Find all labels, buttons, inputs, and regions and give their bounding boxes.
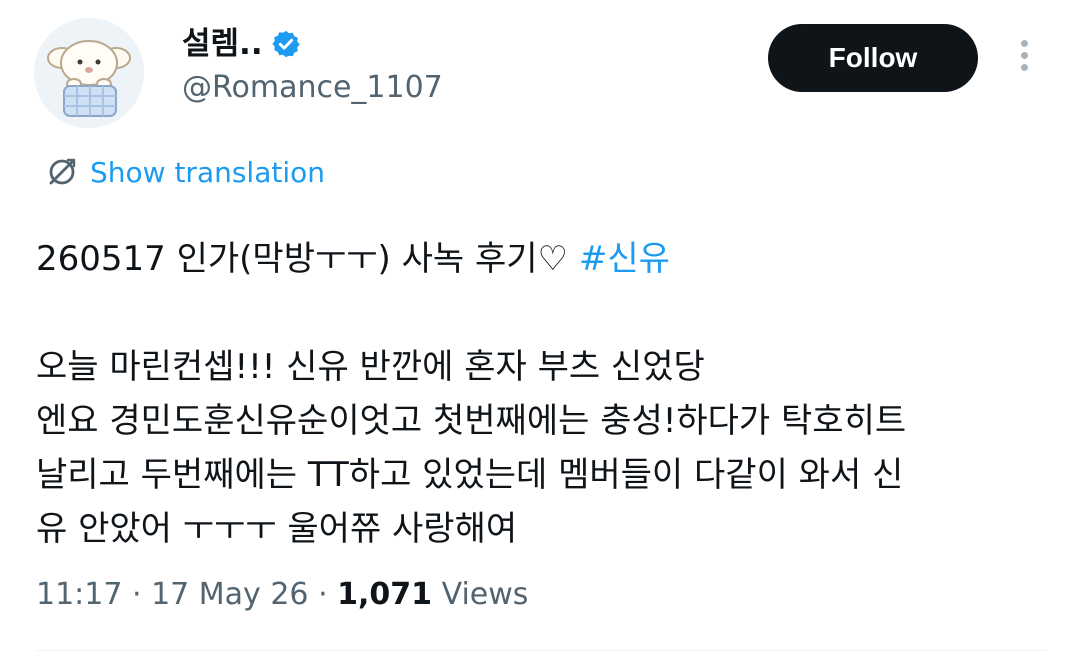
tweet-date[interactable]: 17 May 26 [151, 577, 308, 612]
meta-separator: · [122, 577, 152, 612]
tweet-text: 260517 인가(막방ㅜㅜ) 사녹 후기♡ #신유 오늘 마린컨셉!!! 신유… [36, 232, 1056, 556]
tweet-time[interactable]: 11:17 [36, 577, 122, 612]
more-dot [1020, 64, 1028, 71]
tweet-line: 오늘 마린컨셉!!! 신유 반깐에 혼자 부츠 신었당 [36, 347, 705, 387]
tweet-line: 엔요 경민도훈신유순이엇고 첫번째에는 충성!하다가 탁호히트 [36, 401, 907, 441]
more-dot [1020, 52, 1028, 59]
follow-button[interactable]: Follow [768, 24, 978, 92]
user-handle[interactable]: @Romance_1107 [182, 68, 443, 108]
more-options-icon[interactable] [1014, 40, 1034, 80]
tweet-line: 유 안았어 ㅜㅜㅜ 울어쮸 사랑해여 [36, 509, 518, 549]
tweet-line-text: 260517 인가(막방ㅜㅜ) 사녹 후기♡ [36, 239, 579, 279]
display-name[interactable]: 설렘.. [182, 24, 301, 64]
show-translation-label: Show translation [90, 155, 326, 189]
translate-icon [49, 158, 76, 185]
views-label: Views [432, 577, 529, 612]
hashtag-link[interactable]: #신유 [579, 239, 670, 279]
divider [36, 650, 1046, 651]
tweet-header: 설렘.. @Romance_1107 Follow [0, 0, 1079, 130]
views-count[interactable]: 1,071 [337, 577, 432, 612]
tweet-meta: 11:17 · 17 May 26 · 1,071 Views [36, 574, 528, 616]
more-dot [1020, 40, 1028, 47]
tweet-line: 260517 인가(막방ㅜㅜ) 사녹 후기♡ #신유 [36, 232, 1056, 286]
verified-badge-icon [271, 30, 300, 58]
tweet-line: 날리고 두번째에는 TT하고 있었는데 멤버들이 다같이 와서 신 [36, 455, 904, 495]
avatar-illustration [34, 18, 144, 128]
avatar[interactable] [34, 18, 144, 128]
show-translation-link[interactable]: Show translation [46, 152, 325, 192]
meta-separator: · [308, 577, 338, 612]
display-name-text: 설렘.. [182, 26, 263, 62]
